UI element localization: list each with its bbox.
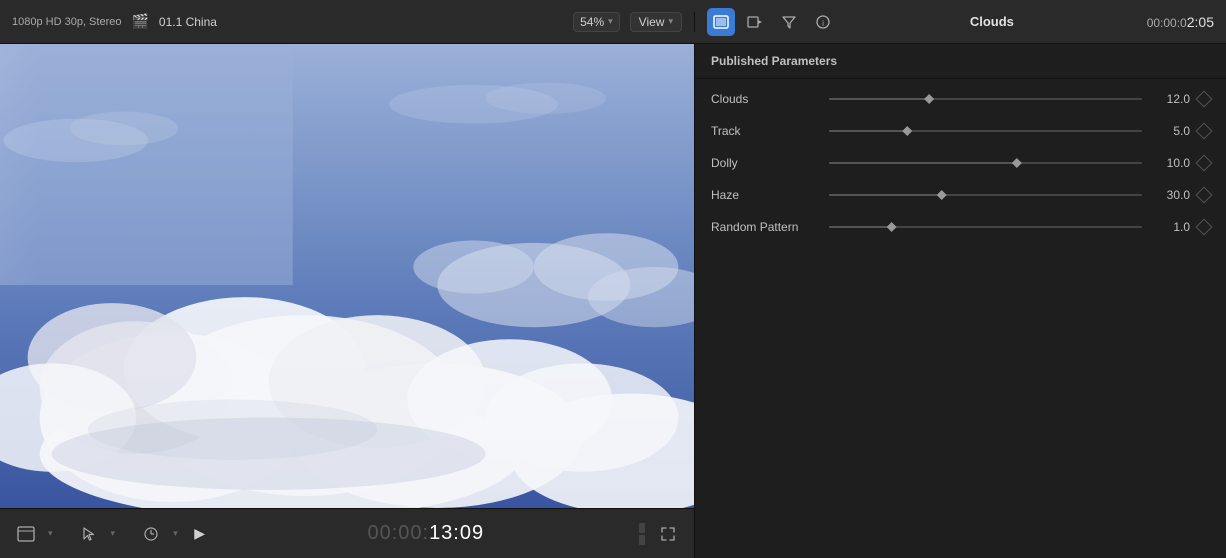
clouds-svg bbox=[0, 44, 694, 508]
play-button[interactable]: ▶ bbox=[186, 520, 214, 548]
speed-chevron: ▾ bbox=[173, 528, 178, 539]
timecode-display-top: 00:00:02:05 bbox=[1147, 14, 1214, 30]
param-row: Dolly 10.0 bbox=[695, 147, 1226, 179]
video-preview bbox=[0, 44, 694, 508]
param-name-1: Track bbox=[711, 124, 821, 138]
main-content: ▾ ▾ ▾ ▶ 00:00:13:09 bbox=[0, 44, 1226, 558]
param-slider-4[interactable] bbox=[829, 221, 1142, 233]
param-name-2: Dolly bbox=[711, 156, 821, 170]
panel-title: Clouds bbox=[970, 14, 1014, 29]
param-row: Track 5.0 bbox=[695, 115, 1226, 147]
progress-indicator bbox=[638, 523, 646, 545]
top-bar: 1080p HD 30p, Stereo 🎬 01.1 China 54% ▾ … bbox=[0, 0, 1226, 44]
param-value-3: 30.0 bbox=[1150, 188, 1190, 202]
param-name-0: Clouds bbox=[711, 92, 821, 106]
params-header: Published Parameters bbox=[695, 44, 1226, 79]
transport-bar: ▾ ▾ ▾ ▶ 00:00:13:09 bbox=[0, 508, 694, 558]
view-control[interactable]: View ▾ bbox=[630, 12, 682, 32]
param-slider-1[interactable] bbox=[829, 125, 1142, 137]
speed-button[interactable] bbox=[137, 520, 165, 548]
param-keyframe-0[interactable] bbox=[1196, 91, 1213, 108]
video-area bbox=[0, 44, 694, 508]
param-slider-0[interactable] bbox=[829, 93, 1142, 105]
panel-tab-icons: i bbox=[707, 8, 837, 36]
pointer-button[interactable] bbox=[75, 520, 103, 548]
right-panel: Published Parameters Clouds 12.0 Track 5… bbox=[695, 44, 1226, 558]
param-row: Clouds 12.0 bbox=[695, 83, 1226, 115]
param-name-4: Random Pattern bbox=[711, 220, 821, 234]
svg-text:i: i bbox=[822, 19, 824, 28]
view-label: View bbox=[639, 15, 665, 29]
param-keyframe-2[interactable] bbox=[1196, 155, 1213, 172]
param-row: Haze 30.0 bbox=[695, 179, 1226, 211]
param-keyframe-4[interactable] bbox=[1196, 219, 1213, 236]
param-slider-3[interactable] bbox=[829, 189, 1142, 201]
zoom-control[interactable]: 54% ▾ bbox=[573, 12, 620, 32]
param-keyframe-1[interactable] bbox=[1196, 123, 1213, 140]
pointer-chevron: ▾ bbox=[111, 528, 116, 539]
param-value-4: 1.0 bbox=[1150, 220, 1190, 234]
fullscreen-button[interactable] bbox=[654, 520, 682, 548]
param-slider-2[interactable] bbox=[829, 157, 1142, 169]
param-name-3: Haze bbox=[711, 188, 821, 202]
param-value-2: 10.0 bbox=[1150, 156, 1190, 170]
layout-chevron: ▾ bbox=[48, 528, 53, 539]
view-chevron: ▾ bbox=[668, 16, 673, 27]
param-value-0: 12.0 bbox=[1150, 92, 1190, 106]
tab-info[interactable]: i bbox=[809, 8, 837, 36]
top-bar-right: i Clouds 00:00:02:05 bbox=[695, 8, 1226, 36]
params-list: Clouds 12.0 Track 5.0 Dolly bbox=[695, 79, 1226, 558]
clip-name: 01.1 China bbox=[159, 15, 217, 29]
tab-filter[interactable] bbox=[775, 8, 803, 36]
tab-viewer[interactable] bbox=[707, 8, 735, 36]
resolution-label: 1080p HD 30p, Stereo bbox=[12, 16, 121, 28]
param-value-1: 5.0 bbox=[1150, 124, 1190, 138]
layout-button[interactable] bbox=[12, 520, 40, 548]
video-panel: ▾ ▾ ▾ ▶ 00:00:13:09 bbox=[0, 44, 695, 558]
zoom-value: 54% bbox=[580, 15, 604, 29]
top-bar-left: 1080p HD 30p, Stereo 🎬 01.1 China 54% ▾ … bbox=[0, 12, 695, 32]
zoom-chevron: ▾ bbox=[608, 16, 613, 27]
film-icon: 🎬 bbox=[131, 13, 148, 30]
param-keyframe-3[interactable] bbox=[1196, 187, 1213, 204]
tab-video[interactable] bbox=[741, 8, 769, 36]
timecode-transport: 00:00:13:09 bbox=[226, 522, 626, 545]
param-row: Random Pattern 1.0 bbox=[695, 211, 1226, 243]
